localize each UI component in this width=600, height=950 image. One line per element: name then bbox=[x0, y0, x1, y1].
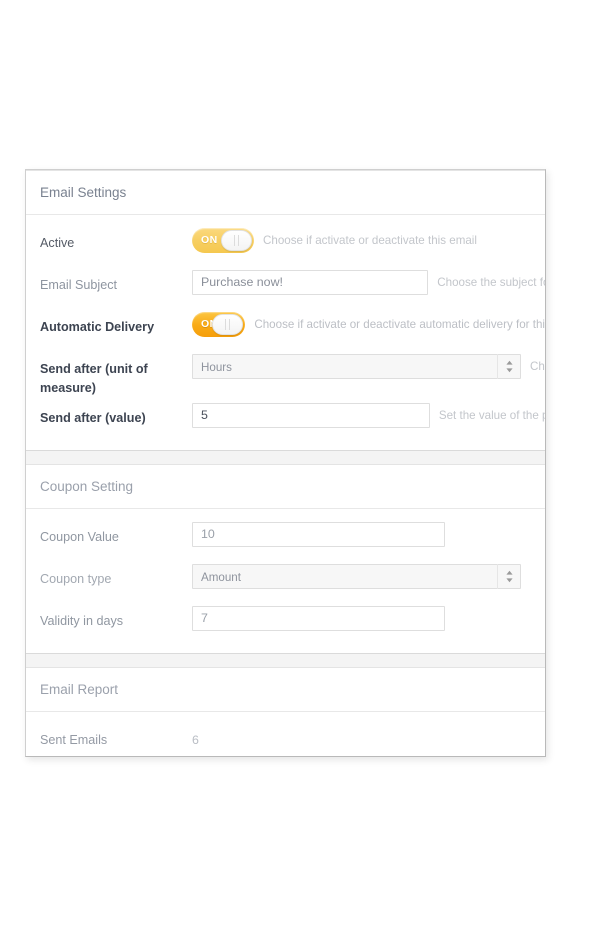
panel-body-email-report: Sent Emails 6 bbox=[26, 712, 545, 756]
toggle-active[interactable]: ON bbox=[192, 228, 254, 253]
panel-gap bbox=[26, 654, 545, 667]
toggle-knob-icon bbox=[221, 230, 252, 251]
help-automatic-delivery: Choose if activate or deactivate automat… bbox=[254, 318, 545, 331]
form-row-automatic-delivery: Automatic Delivery ON Choose if activate… bbox=[26, 307, 545, 349]
control-automatic-delivery: ON Choose if activate or deactivate auto… bbox=[192, 307, 545, 337]
help-send-after-value: Set the value of the pr bbox=[438, 409, 545, 422]
value-sent-emails: 6 bbox=[192, 733, 199, 747]
label-send-after-value: Send after (value) bbox=[40, 411, 146, 425]
control-active: ON Choose if activate or deactivate this… bbox=[192, 223, 545, 253]
form-row-validity-in-days: Validity in days bbox=[26, 601, 545, 643]
input-send-after-value[interactable] bbox=[192, 403, 430, 428]
panel-body-email-settings: Active ON Choose if activate or deactiva… bbox=[26, 215, 545, 450]
panel-email-report: Email Report Sent Emails 6 bbox=[26, 667, 545, 756]
select-wrap-coupon-type: Amount bbox=[192, 564, 521, 589]
panel-title-coupon-setting: Coupon Setting bbox=[26, 465, 545, 509]
label-send-after-unit: Send after (unit of measure) bbox=[40, 362, 148, 395]
up-down-spinner-icon[interactable] bbox=[497, 354, 521, 379]
panel-coupon-setting: Coupon Setting Coupon Value Coupon type … bbox=[26, 464, 545, 654]
help-email-subject: Choose the subject for bbox=[437, 276, 545, 289]
form-row-coupon-value: Coupon Value bbox=[26, 517, 545, 559]
select-wrap-send-after-unit: Hours bbox=[192, 354, 521, 379]
form-row-coupon-type: Coupon type Amount bbox=[26, 559, 545, 601]
form-row-sent-emails: Sent Emails 6 bbox=[26, 720, 545, 756]
label-sent-emails: Sent Emails bbox=[40, 733, 108, 747]
form-row-email-subject: Email Subject Choose the subject for bbox=[26, 265, 545, 307]
input-validity-in-days[interactable] bbox=[192, 606, 445, 631]
input-email-subject[interactable] bbox=[192, 270, 429, 295]
settings-window: Email Settings Active ON Choose if activ… bbox=[25, 169, 546, 757]
panel-email-settings: Email Settings Active ON Choose if activ… bbox=[26, 170, 545, 451]
panel-title-email-report: Email Report bbox=[26, 668, 545, 712]
label-email-subject: Email Subject bbox=[40, 278, 117, 292]
label-coupon-value: Coupon Value bbox=[40, 530, 119, 544]
form-row-send-after-unit: Send after (unit of measure) Hours Cho bbox=[26, 349, 545, 398]
panel-gap bbox=[26, 451, 545, 464]
select-send-after-unit[interactable]: Hours bbox=[192, 354, 521, 379]
label-validity-in-days: Validity in days bbox=[40, 614, 124, 628]
panel-title-email-settings: Email Settings bbox=[26, 171, 545, 215]
control-send-after-value: Set the value of the pr bbox=[192, 398, 545, 428]
control-coupon-value bbox=[192, 517, 545, 547]
panel-body-coupon-setting: Coupon Value Coupon type Amount bbox=[26, 509, 545, 653]
control-email-subject: Choose the subject for bbox=[192, 265, 545, 295]
input-coupon-value[interactable] bbox=[192, 522, 445, 547]
help-send-after-unit: Cho bbox=[530, 360, 545, 373]
control-send-after-unit: Hours Cho bbox=[192, 349, 545, 379]
toggle-knob-icon bbox=[212, 314, 244, 335]
control-coupon-type: Amount bbox=[192, 559, 545, 589]
form-row-active: Active ON Choose if activate or deactiva… bbox=[26, 223, 545, 265]
select-coupon-type[interactable]: Amount bbox=[192, 564, 521, 589]
up-down-spinner-icon[interactable] bbox=[497, 564, 521, 589]
toggle-active-state: ON bbox=[201, 234, 218, 246]
help-active: Choose if activate or deactivate this em… bbox=[263, 234, 477, 247]
toggle-automatic-delivery[interactable]: ON bbox=[192, 312, 246, 337]
label-active: Active bbox=[40, 236, 75, 250]
label-automatic-delivery: Automatic Delivery bbox=[40, 320, 155, 334]
control-validity-in-days bbox=[192, 601, 545, 631]
form-row-send-after-value: Send after (value) Set the value of the … bbox=[26, 398, 545, 440]
label-coupon-type: Coupon type bbox=[40, 572, 112, 586]
